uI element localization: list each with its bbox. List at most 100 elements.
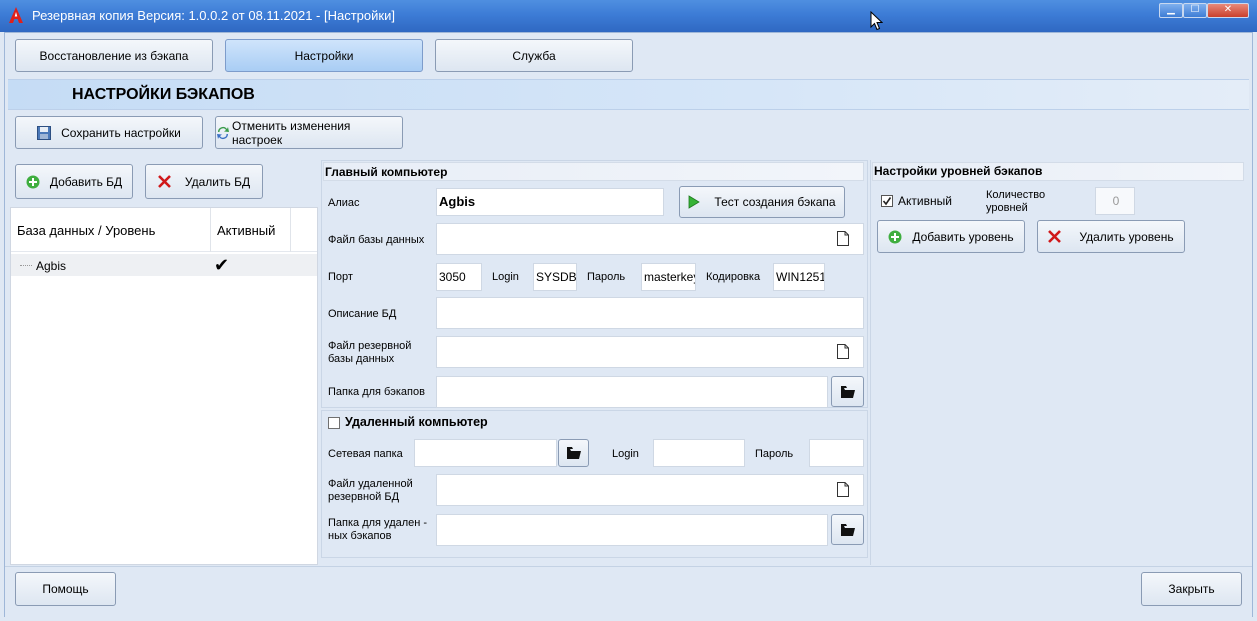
- alias-label: Алиас: [328, 197, 360, 209]
- add-green-circle-icon: [26, 175, 40, 189]
- page-title: НАСТРОЙКИ БЭКАПОВ: [72, 86, 255, 103]
- tab-restore-label: Восстановление из бэкапа: [39, 48, 189, 63]
- delete-level-label: Удалить уровень: [1079, 229, 1174, 244]
- delete-database-button[interactable]: Удалить БД: [145, 164, 263, 199]
- remote-password-input[interactable]: [809, 439, 864, 467]
- backup-file-label-line1: Файл резервной: [328, 340, 412, 352]
- password-input[interactable]: masterkey: [641, 263, 696, 291]
- tab-restore[interactable]: Восстановление из бэкапа: [15, 39, 213, 72]
- network-folder-browse-button[interactable]: [558, 439, 589, 467]
- checkbox-check-icon: [882, 197, 892, 206]
- add-level-label: Добавить уровень: [912, 229, 1014, 244]
- encoding-label: Кодировка: [706, 271, 761, 283]
- network-folder-label: Сетевая папка: [328, 448, 403, 460]
- db-file-label: Файл базы данных: [328, 234, 425, 246]
- file-browse-icon[interactable]: [837, 482, 849, 497]
- levels-title: Настройки уровней бэкапов: [874, 164, 1043, 178]
- cancel-changes-button[interactable]: Отменить изменения настроек: [215, 116, 403, 149]
- remote-folder-label-line2: ных бэкапов: [328, 530, 392, 542]
- password-label: Пароль: [587, 271, 626, 283]
- minimize-icon: ▁: [1167, 4, 1175, 15]
- backup-file-label-line2: базы данных: [328, 353, 395, 365]
- test-backup-button[interactable]: Тест создания бэкапа: [679, 186, 845, 218]
- maximize-icon: ☐: [1190, 4, 1200, 15]
- remote-folder-browse-button[interactable]: [831, 514, 864, 545]
- column-header-active[interactable]: Активный: [217, 223, 275, 238]
- remote-login-input[interactable]: [653, 439, 745, 467]
- tab-settings-label: Настройки: [294, 48, 354, 63]
- remote-computer-checkbox[interactable]: [328, 417, 340, 429]
- add-green-circle-icon: [888, 230, 902, 244]
- backup-folder-label: Папка для бэкапов: [328, 386, 425, 398]
- remote-computer-title: Удаленный компьютер: [345, 415, 488, 429]
- levels-active-checkbox[interactable]: [881, 195, 893, 207]
- app-logo-icon: [9, 7, 23, 23]
- maximize-button[interactable]: ☐: [1183, 3, 1207, 18]
- refresh-arrows-icon: [216, 125, 230, 141]
- floppy-disk-icon: [37, 125, 52, 140]
- remote-login-label: Login: [612, 448, 639, 460]
- backup-file-input[interactable]: [436, 336, 864, 368]
- column-header-database[interactable]: База данных / Уровень: [17, 223, 155, 238]
- cancel-changes-label: Отменить изменения настроек: [232, 118, 351, 147]
- column-divider: [210, 208, 211, 252]
- help-button[interactable]: Помощь: [15, 572, 116, 606]
- description-input[interactable]: [436, 297, 864, 329]
- tab-settings[interactable]: Настройки: [225, 39, 423, 72]
- login-label: Login: [492, 271, 519, 283]
- folder-icon: [840, 523, 855, 536]
- window-title: Резервная копия Версия: 1.0.0.2 от 08.11…: [32, 8, 395, 23]
- backup-folder-browse-button[interactable]: [831, 376, 864, 407]
- mouse-cursor-icon: [870, 11, 883, 31]
- footer-bar: [5, 566, 1252, 617]
- remote-file-input[interactable]: [436, 474, 864, 506]
- column-divider: [290, 208, 291, 252]
- save-settings-label: Сохранить настройки: [61, 125, 181, 140]
- backup-folder-input[interactable]: [436, 376, 828, 408]
- minimize-button[interactable]: ▁: [1159, 3, 1183, 18]
- tab-service[interactable]: Служба: [435, 39, 633, 72]
- row-database-name: Agbis: [36, 259, 67, 273]
- close-icon: ✕: [1223, 4, 1233, 15]
- levels-count-label-line2: уровней: [986, 202, 1028, 214]
- port-input[interactable]: 3050: [436, 263, 482, 291]
- section-header: НАСТРОЙКИ БЭКАПОВ: [8, 79, 1249, 110]
- remote-folder-input[interactable]: [436, 514, 828, 546]
- remote-file-label-line2: резервной БД: [328, 491, 400, 503]
- alias-input[interactable]: Agbis: [436, 188, 664, 216]
- delete-database-label: Удалить БД: [184, 174, 251, 189]
- tree-connector: [20, 265, 32, 266]
- port-label: Порт: [328, 271, 353, 283]
- tab-service-label: Служба: [512, 48, 556, 63]
- delete-red-x-icon: [158, 175, 171, 188]
- active-checkmark-icon: ✔: [214, 255, 230, 275]
- help-label: Помощь: [42, 582, 89, 596]
- description-label: Описание БД: [328, 308, 397, 320]
- title-bar: Резервная копия Версия: 1.0.0.2 от 08.11…: [0, 0, 1257, 32]
- delete-level-button[interactable]: Удалить уровень: [1037, 220, 1185, 253]
- file-browse-icon[interactable]: [837, 344, 849, 359]
- close-button[interactable]: Закрыть: [1141, 572, 1242, 606]
- encoding-input[interactable]: WIN1251: [773, 263, 825, 291]
- folder-icon: [840, 385, 855, 398]
- save-settings-button[interactable]: Сохранить настройки: [15, 116, 203, 149]
- close-label: Закрыть: [1168, 582, 1215, 596]
- levels-count-input[interactable]: 0: [1095, 187, 1135, 215]
- delete-red-x-icon: [1048, 230, 1062, 243]
- add-database-button[interactable]: Добавить БД: [15, 164, 133, 199]
- file-browse-icon[interactable]: [837, 231, 849, 246]
- levels-active-label: Активный: [898, 194, 952, 208]
- remote-password-label: Пароль: [755, 448, 794, 460]
- main-computer-title: Главный компьютер: [325, 165, 448, 179]
- folder-icon: [566, 447, 581, 459]
- login-input[interactable]: SYSDBA: [533, 263, 577, 291]
- play-green-icon: [688, 195, 701, 209]
- levels-count-label-line1: Количество: [986, 189, 1046, 201]
- close-window-button[interactable]: ✕: [1207, 3, 1249, 18]
- remote-folder-label-line1: Папка для удален -: [328, 517, 428, 529]
- add-level-button[interactable]: Добавить уровень: [877, 220, 1025, 253]
- remote-file-label-line1: Файл удаленной: [328, 478, 413, 490]
- add-database-label: Добавить БД: [49, 174, 123, 189]
- network-folder-input[interactable]: [414, 439, 557, 467]
- db-file-input[interactable]: [436, 223, 864, 255]
